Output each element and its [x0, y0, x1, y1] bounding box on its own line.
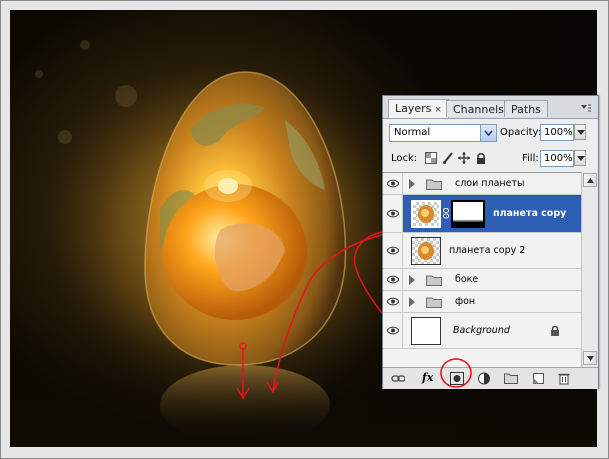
folder-icon [426, 179, 442, 190]
scroll-down-button[interactable] [583, 351, 597, 365]
layer-name: фон [455, 296, 476, 307]
layer-thumbnail [411, 200, 441, 228]
panel-menu-icon[interactable] [580, 103, 592, 113]
eye-icon[interactable] [387, 209, 399, 218]
new-group-icon[interactable] [504, 372, 518, 385]
layer-thumbnail [411, 237, 441, 265]
layer-background[interactable]: Background [383, 313, 581, 349]
visibility-toggle[interactable] [383, 291, 403, 312]
layer-name: слои планеты [455, 178, 525, 189]
lock-label: Lock: [391, 153, 418, 164]
scroll-up-button[interactable] [583, 173, 597, 187]
fill-label: Fill: [522, 153, 539, 164]
add-mask-icon[interactable] [450, 372, 464, 385]
layer-group-planet-layers[interactable]: слои планеты [383, 173, 581, 195]
lock-row: Lock: Fill: 100% [387, 150, 594, 168]
lock-icon [551, 325, 559, 336]
adjustment-icon[interactable] [477, 372, 491, 385]
folder-icon [426, 297, 442, 308]
mask-link-icon[interactable] [443, 208, 449, 219]
layers-scrollbar[interactable] [581, 172, 598, 367]
visibility-toggle[interactable] [383, 173, 403, 194]
expand-triangle-icon[interactable] [408, 297, 416, 307]
new-layer-icon[interactable] [531, 372, 545, 385]
panel-bottom-toolbar: fx [383, 367, 598, 389]
layer-group-bokeh[interactable]: боке [383, 269, 581, 291]
lock-position-icon[interactable] [458, 152, 470, 164]
link-icon[interactable] [391, 372, 405, 385]
eye-icon[interactable] [387, 297, 399, 306]
visibility-toggle[interactable] [383, 269, 403, 290]
panel-tabs: Layers × Channels Paths [383, 96, 598, 119]
trash-icon[interactable] [557, 372, 571, 385]
layers-panel: Layers × Channels Paths Normal Opacity: 1… [382, 95, 599, 389]
fill-slider-button[interactable] [574, 150, 586, 166]
visibility-toggle[interactable] [383, 233, 403, 268]
chevron-down-icon[interactable] [480, 125, 496, 141]
layer-planet-copy-2[interactable]: планета copy 2 [383, 233, 581, 269]
visibility-toggle[interactable] [383, 195, 403, 232]
layer-thumbnail [411, 317, 441, 345]
fx-icon[interactable]: fx [422, 371, 433, 384]
layer-planet-copy[interactable]: планета copy [383, 195, 581, 233]
opacity-slider-button[interactable] [574, 124, 586, 140]
blend-mode-select[interactable]: Normal [389, 124, 497, 142]
tab-paths-label: Paths [511, 103, 541, 116]
layer-group-background-fill[interactable]: фон [383, 291, 581, 313]
eye-icon[interactable] [387, 275, 399, 284]
layer-mask-thumbnail[interactable] [451, 200, 485, 228]
tab-channels-label: Channels [453, 103, 504, 116]
eye-icon[interactable] [387, 246, 399, 255]
lock-image-icon[interactable] [442, 152, 454, 164]
opacity-input[interactable]: 100% [540, 124, 574, 141]
opacity-label: Opacity: [500, 127, 542, 138]
layer-name: планета copy [493, 208, 567, 219]
folder-icon [426, 275, 442, 286]
tab-paths[interactable]: Paths [504, 100, 548, 117]
fill-input[interactable]: 100% [540, 150, 574, 167]
layer-name: планета copy 2 [449, 245, 526, 256]
lock-transparent-icon[interactable] [425, 152, 437, 164]
tab-layers-label: Layers [395, 102, 432, 115]
eye-icon[interactable] [387, 326, 399, 335]
layer-name: боке [455, 274, 479, 285]
expand-triangle-icon[interactable] [408, 179, 416, 189]
tab-channels[interactable]: Channels [446, 100, 511, 117]
layer-name: Background [453, 325, 510, 336]
visibility-toggle[interactable] [383, 313, 403, 348]
blend-mode-value: Normal [394, 127, 431, 138]
layers-list: слои планеты планета copy планета copy 2 [383, 172, 581, 368]
blend-row: Normal Opacity: 100% [387, 124, 594, 142]
lock-all-icon[interactable] [475, 152, 487, 164]
expand-triangle-icon[interactable] [408, 275, 416, 285]
tab-layers[interactable]: Layers × [388, 99, 449, 118]
close-tab-icon[interactable]: × [434, 105, 442, 115]
eye-icon[interactable] [387, 179, 399, 188]
